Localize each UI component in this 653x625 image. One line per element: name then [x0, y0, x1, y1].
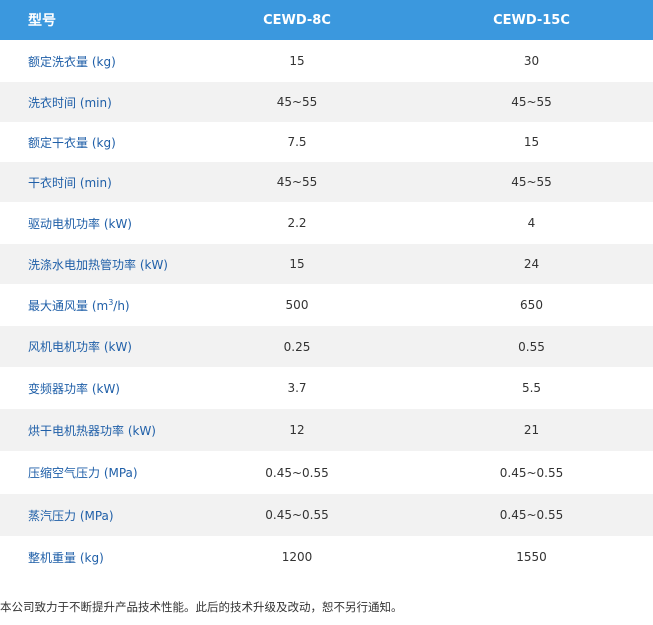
- cell-cewd-8c: 0.45~0.55: [265, 508, 329, 522]
- cell-cewd-8c: 2.2: [287, 216, 307, 230]
- table-row: 额定洗衣量 (kg) 15 30: [0, 40, 653, 82]
- row-label: 最大通风量 (m3/h): [0, 284, 184, 326]
- cell-cewd-8c: 3.7: [287, 381, 307, 395]
- cell-cewd-15c: 650: [520, 298, 543, 312]
- table-header-row: 型号 CEWD-8C CEWD-15C: [0, 0, 653, 40]
- table-row: 烘干电机热器功率 (kW) 12 21: [0, 409, 653, 451]
- table-row: 最大通风量 (m3/h) 500 650: [0, 284, 653, 326]
- footnote: 本公司致力于不断提升产品技术性能。此后的技术升级及改动，恕不另行通知。: [0, 600, 403, 614]
- cell-cewd-8c: 0.25: [283, 339, 311, 354]
- cell-cewd-15c: 45~55: [511, 95, 552, 109]
- cell-cewd-8c: 7.5: [287, 135, 307, 149]
- cell-cewd-15c: 15: [523, 135, 540, 149]
- row-label: 额定洗衣量 (kg): [28, 54, 116, 69]
- table-row: 洗涤水电加热管功率 (kW) 15 24: [0, 244, 653, 284]
- cell-cewd-8c: 1200: [281, 550, 313, 564]
- row-label: 干衣时间 (min): [28, 175, 112, 190]
- table-row: 变频器功率 (kW) 3.7 5.5: [0, 367, 653, 409]
- row-label-prefix: 最大通风量 (m: [28, 298, 109, 313]
- row-label: 蒸汽压力 (MPa): [28, 508, 114, 523]
- cell-cewd-15c: 0.45~0.55: [499, 465, 564, 480]
- header-cewd-15c: CEWD-15C: [493, 12, 570, 28]
- cell-cewd-8c: 45~55: [276, 95, 318, 109]
- table-row: 蒸汽压力 (MPa) 0.45~0.55 0.45~0.55: [0, 494, 653, 536]
- cell-cewd-15c: 21: [523, 423, 540, 437]
- page: 型号 CEWD-8C CEWD-15C 额定洗衣量 (kg) 15 30 洗衣时…: [0, 0, 653, 625]
- cell-cewd-15c: 0.45~0.55: [499, 508, 564, 522]
- row-label: 变频器功率 (kW): [28, 381, 120, 396]
- cell-cewd-15c: 0.55: [518, 339, 545, 354]
- table-row: 整机重量 (kg) 1200 1550: [0, 536, 653, 578]
- cell-cewd-8c: 15: [289, 257, 305, 271]
- row-label: 洗涤水电加热管功率 (kW): [28, 257, 168, 272]
- table-row: 洗衣时间 (min) 45~55 45~55: [0, 82, 653, 122]
- cell-cewd-15c: 4: [527, 216, 536, 230]
- table-row: 干衣时间 (min) 45~55 45~55: [0, 162, 653, 202]
- cell-cewd-8c: 12: [289, 423, 305, 437]
- row-label-suffix: /h): [113, 298, 130, 313]
- cell-cewd-15c: 45~55: [511, 175, 552, 189]
- header-cewd-8c: CEWD-8C: [263, 12, 331, 28]
- row-label: 驱动电机功率 (kW): [28, 216, 132, 231]
- cell-cewd-15c: 30: [523, 54, 540, 68]
- row-label: 风机电机功率 (kW): [28, 340, 132, 354]
- cell-cewd-15c: 24: [523, 257, 540, 271]
- cell-cewd-8c: 15: [289, 54, 305, 68]
- row-label: 洗衣时间 (min): [28, 95, 112, 110]
- table-row: 风机电机功率 (kW) 0.25 0.55: [0, 326, 653, 367]
- table-row: 额定干衣量 (kg) 7.5 15: [0, 122, 653, 162]
- cell-cewd-8c: 45~55: [276, 175, 318, 189]
- cell-cewd-8c: 0.45~0.55: [265, 465, 329, 480]
- row-label: 烘干电机热器功率 (kW): [28, 423, 156, 438]
- table-row: 驱动电机功率 (kW) 2.2 4: [0, 202, 653, 244]
- row-label: 压缩空气压力 (MPa): [28, 466, 138, 480]
- table-body: 额定洗衣量 (kg) 15 30 洗衣时间 (min) 45~55 45~55 …: [0, 40, 653, 578]
- row-label: 额定干衣量 (kg): [28, 135, 116, 150]
- spec-table: 型号 CEWD-8C CEWD-15C 额定洗衣量 (kg) 15 30 洗衣时…: [0, 0, 653, 578]
- table-row: 压缩空气压力 (MPa) 0.45~0.55 0.45~0.55: [0, 451, 653, 494]
- row-label: 整机重量 (kg): [28, 550, 104, 565]
- cell-cewd-15c: 1550: [516, 550, 547, 564]
- cell-cewd-8c: 500: [285, 298, 309, 312]
- header-model: 型号: [28, 13, 56, 29]
- cell-cewd-15c: 5.5: [521, 381, 542, 395]
